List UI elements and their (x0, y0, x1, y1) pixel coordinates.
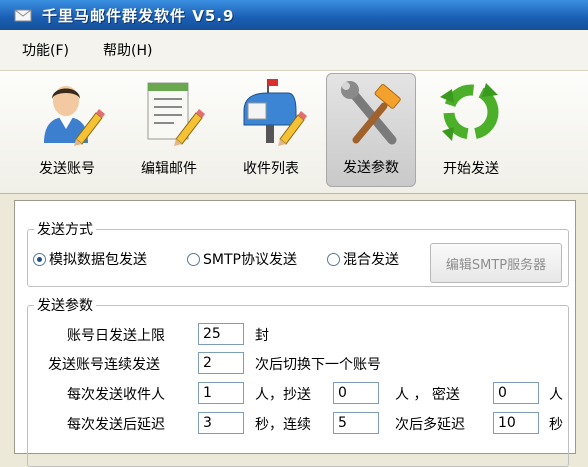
radio-mixed-label: 混合发送 (343, 252, 399, 268)
mail-app-icon (14, 9, 32, 22)
title-bar: 千里马邮件群发软件 V5.9 (0, 0, 588, 30)
send-params-legend: 发送参数 (37, 298, 93, 314)
menu-bar: 功能(F) 帮助(H) (0, 30, 588, 71)
recipients-label: 每次发送收件人 (67, 387, 165, 403)
menu-function[interactable]: 功能(F) (22, 40, 69, 60)
radio-simulated[interactable]: 模拟数据包发送 (33, 249, 147, 269)
start-send-label: 开始发送 (443, 161, 499, 177)
edit-smtp-server-button[interactable]: 编辑SMTP服务器 (430, 243, 562, 283)
send-params-button[interactable]: 发送参数 (326, 73, 416, 187)
cc-label: 人，抄送 (255, 387, 311, 403)
delay-count-input[interactable] (333, 412, 379, 434)
recipients-input[interactable] (198, 382, 244, 404)
cc-input[interactable] (333, 382, 379, 404)
mailbox-pencil-icon (243, 79, 307, 146)
daily-limit-unit: 封 (255, 328, 269, 344)
delay-extra-input[interactable] (493, 412, 539, 434)
delay-mid-label: 秒，连续 (255, 417, 311, 433)
edit-mail-label: 编辑邮件 (141, 161, 197, 177)
radio-mixed-dot[interactable] (327, 252, 340, 266)
send-params-group: 发送参数 (27, 295, 569, 467)
radio-simulated-label: 模拟数据包发送 (49, 252, 147, 268)
consecutive-suffix: 次后切换下一个账号 (255, 357, 381, 373)
send-account-label: 发送账号 (39, 161, 95, 177)
radio-smtp-dot[interactable] (187, 252, 200, 266)
daily-limit-input[interactable] (198, 323, 244, 345)
bcc-unit: 人 (549, 387, 563, 403)
daily-limit-label: 账号日发送上限 (67, 328, 165, 344)
user-pencil-icon (44, 86, 105, 146)
send-account-button[interactable]: 发送账号 (22, 73, 112, 187)
green-refresh-arrows-icon (440, 83, 499, 141)
consecutive-label: 发送账号连续发送 (48, 357, 160, 373)
radio-smtp-label: SMTP协议发送 (203, 252, 297, 268)
radio-simulated-dot[interactable] (33, 252, 46, 266)
recipient-list-label: 收件列表 (243, 161, 299, 177)
settings-panel: 发送方式 模拟数据包发送 SMTP协议发送 混合发送 编辑SMTP服务器 发送参… (14, 200, 576, 467)
consecutive-input[interactable] (198, 352, 244, 374)
send-params-label: 发送参数 (343, 160, 399, 176)
delay-input[interactable] (198, 412, 244, 434)
menu-help[interactable]: 帮助(H) (103, 40, 152, 60)
delay-label: 每次发送后延迟 (67, 417, 165, 433)
bcc-input[interactable] (493, 382, 539, 404)
delay-extra-label: 次后多延迟 (395, 417, 465, 433)
edit-mail-button[interactable]: 编辑邮件 (124, 73, 214, 187)
recipient-list-button[interactable]: 收件列表 (226, 73, 316, 187)
start-send-button[interactable]: 开始发送 (426, 73, 516, 187)
window-title: 千里马邮件群发软件 V5.9 (42, 6, 235, 25)
radio-mixed[interactable]: 混合发送 (327, 249, 399, 269)
wrench-hammer-icon (341, 81, 401, 145)
send-method-legend: 发送方式 (37, 222, 93, 238)
delay-unit: 秒 (549, 417, 563, 433)
toolbar: 发送账号 编辑邮件 收件列表 发送参数 开始发送 (0, 71, 588, 194)
document-pencil-icon (147, 82, 205, 146)
radio-smtp[interactable]: SMTP协议发送 (187, 249, 297, 269)
bcc-label: 人 ， 密送 (395, 387, 460, 403)
